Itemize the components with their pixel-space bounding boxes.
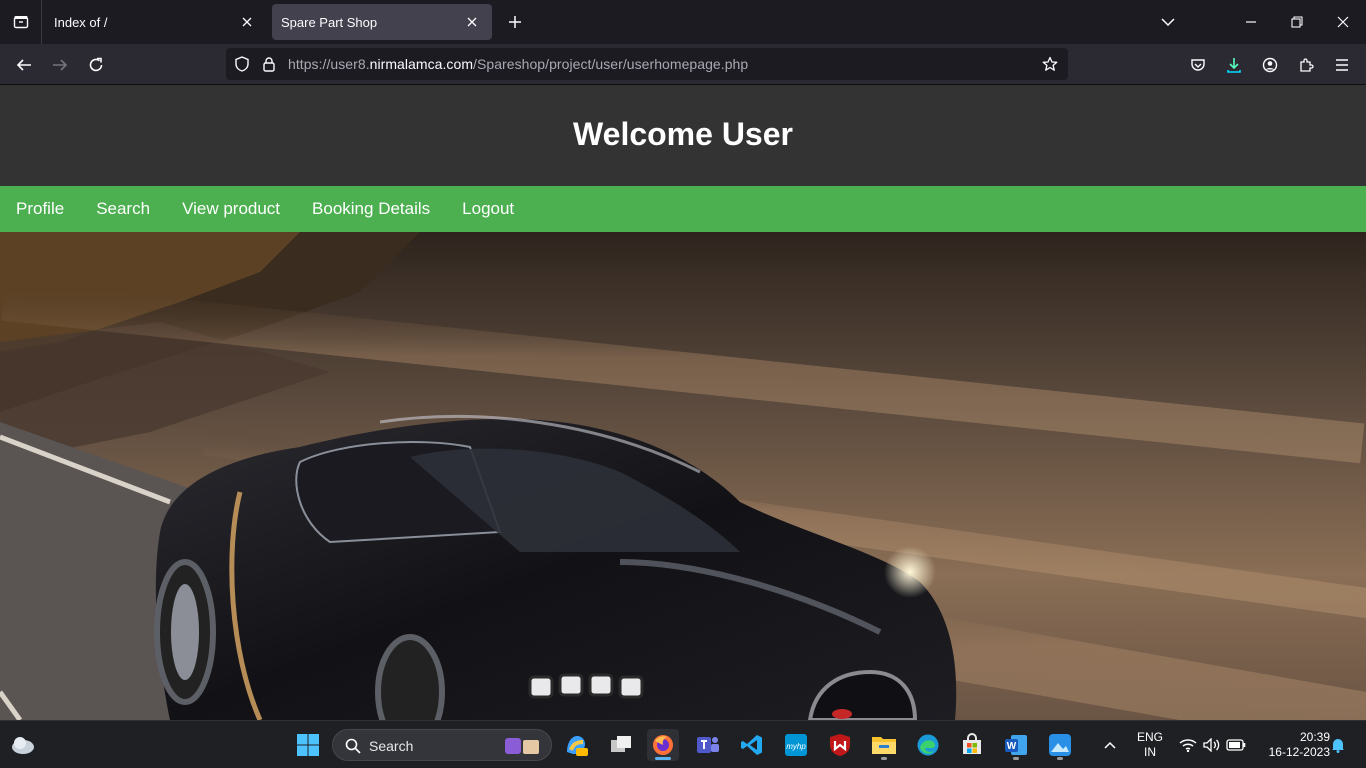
sports-car-illustration	[0, 232, 1366, 720]
tab-title: Index of /	[54, 14, 108, 30]
running-indicator	[1013, 757, 1019, 760]
language-indicator[interactable]: ENG IN	[1132, 730, 1168, 760]
language-code: ENG	[1136, 730, 1163, 744]
lock-icon[interactable]	[260, 55, 278, 73]
close-window-icon[interactable]	[1320, 0, 1366, 44]
svg-text:W: W	[1007, 741, 1017, 752]
tab-list-icon[interactable]	[0, 0, 42, 44]
shield-icon[interactable]	[233, 55, 251, 73]
photos-icon[interactable]	[1044, 729, 1076, 761]
taskbar-search-box[interactable]: Search	[332, 729, 552, 761]
address-bar[interactable]: https://user8.nirmalamca.com/Spareshop/p…	[226, 48, 1068, 80]
svg-text:myhp: myhp	[786, 742, 806, 751]
new-tab-icon[interactable]	[503, 10, 527, 34]
active-indicator	[655, 757, 671, 760]
menu-link-view-product[interactable]: View product	[182, 199, 280, 219]
page-viewport: Welcome User Profile Search View product…	[0, 85, 1366, 720]
main-menu: Profile Search View product Booking Deta…	[0, 186, 1366, 232]
myhp-icon[interactable]: myhp	[780, 729, 812, 761]
search-label: Search	[369, 738, 414, 754]
download-icon[interactable]	[1223, 54, 1245, 76]
clock-time: 20:39	[1299, 730, 1330, 744]
running-indicator	[1057, 757, 1063, 760]
menu-link-booking-details[interactable]: Booking Details	[312, 199, 430, 219]
file-explorer-icon[interactable]	[868, 729, 900, 761]
bookmark-star-icon[interactable]	[1041, 55, 1059, 73]
reload-icon[interactable]	[81, 50, 111, 80]
chevron-down-icon[interactable]	[1145, 0, 1191, 44]
back-arrow-icon[interactable]	[9, 50, 39, 80]
windows-taskbar: Search myhp W ENG IN 20:39 16-12-2023	[0, 720, 1366, 768]
browser-tab-spare-part-shop[interactable]: Spare Part Shop	[272, 4, 492, 40]
wifi-icon[interactable]	[1176, 729, 1200, 761]
search-highlight-icon	[505, 738, 539, 754]
pocket-icon[interactable]	[1187, 54, 1209, 76]
word-icon[interactable]: W	[1000, 729, 1032, 761]
store-icon[interactable]	[956, 729, 988, 761]
weather-icon[interactable]	[7, 729, 39, 761]
menu-link-profile[interactable]: Profile	[16, 199, 64, 219]
hero-car-image	[0, 232, 1366, 720]
search-icon	[345, 738, 361, 754]
teams-icon[interactable]	[692, 729, 724, 761]
copilot-icon[interactable]	[560, 729, 592, 761]
clock[interactable]: 20:39 16-12-2023	[1254, 730, 1330, 760]
menu-link-logout[interactable]: Logout	[462, 199, 514, 219]
chevron-up-icon[interactable]	[1096, 729, 1124, 761]
edge-icon[interactable]	[912, 729, 944, 761]
volume-icon[interactable]	[1200, 729, 1224, 761]
region-code: IN	[1144, 745, 1156, 759]
browser-tab-index[interactable]: Index of /	[45, 4, 267, 40]
task-view-icon[interactable]	[605, 729, 637, 761]
account-icon[interactable]	[1259, 54, 1281, 76]
browser-nav-bar: https://user8.nirmalamca.com/Spareshop/p…	[0, 44, 1366, 85]
close-tab-icon[interactable]	[462, 12, 482, 32]
battery-icon[interactable]	[1224, 729, 1248, 761]
page-title: Welcome User	[573, 116, 793, 152]
firefox-icon[interactable]	[647, 729, 679, 761]
site-header: Welcome User	[0, 85, 1366, 186]
menu-hamburger-icon[interactable]	[1331, 54, 1353, 76]
tab-title: Spare Part Shop	[281, 14, 378, 30]
minimize-icon[interactable]	[1228, 0, 1274, 44]
vscode-icon[interactable]	[736, 729, 768, 761]
notification-bell-icon[interactable]	[1330, 729, 1346, 761]
running-indicator	[881, 757, 887, 760]
url-text: https://user8.nirmalamca.com/Spareshop/p…	[288, 56, 749, 72]
menu-link-search[interactable]: Search	[96, 199, 150, 219]
restore-icon[interactable]	[1274, 0, 1320, 44]
windows-start-icon[interactable]	[292, 729, 324, 761]
forward-arrow-icon[interactable]	[45, 50, 75, 80]
browser-tab-strip: Index of / Spare Part Shop	[0, 0, 1366, 44]
mcafee-icon[interactable]	[824, 729, 856, 761]
clock-date: 16-12-2023	[1268, 745, 1330, 759]
extensions-icon[interactable]	[1295, 54, 1317, 76]
close-tab-icon[interactable]	[237, 12, 257, 32]
